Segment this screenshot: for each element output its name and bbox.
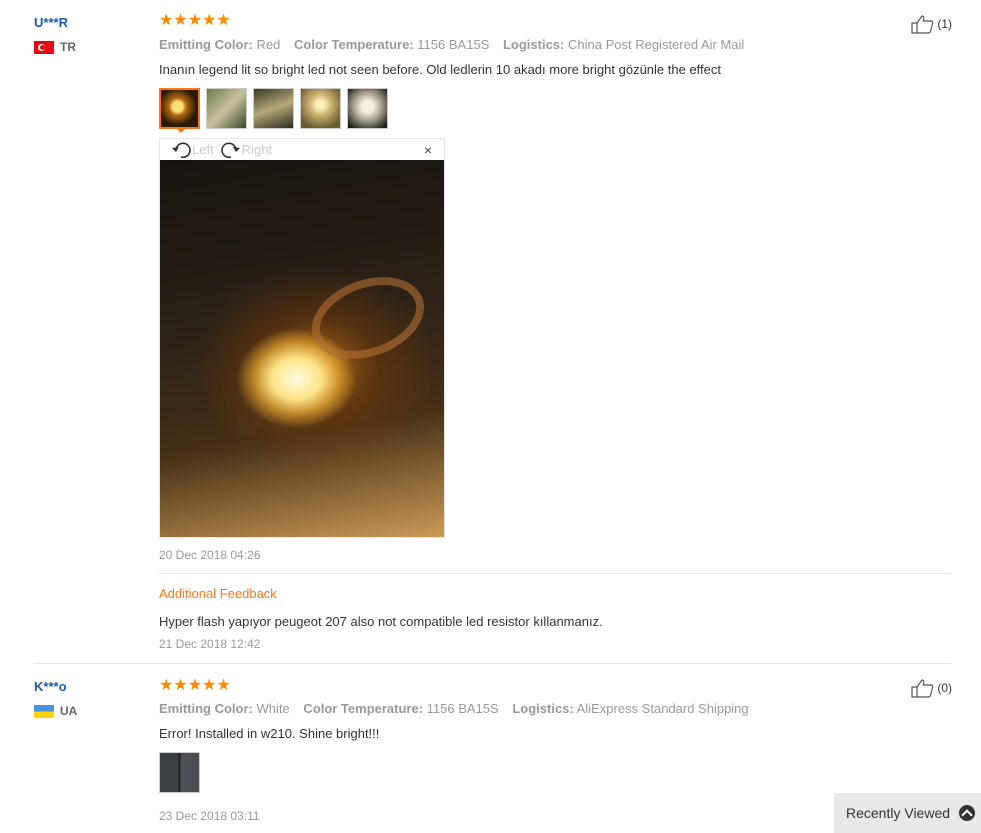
attr-value: China Post Registered Air Mail xyxy=(568,37,745,52)
rotate-left-label: Left xyxy=(192,142,214,157)
review-separator xyxy=(34,663,951,664)
review-text: Inanın legend lit so bright led not seen… xyxy=(159,62,722,77)
review-photo-thumbnail[interactable] xyxy=(347,88,388,129)
review-photo-thumbnail[interactable] xyxy=(206,88,247,129)
helpful-count: (0) xyxy=(937,681,952,695)
helpful-button[interactable]: (1) xyxy=(911,14,952,34)
helpful-count: (1) xyxy=(937,17,952,31)
attr-value: 1156 BA15S xyxy=(426,701,499,716)
attr-value: 1156 BA15S xyxy=(417,37,490,52)
review-photos xyxy=(159,88,388,129)
photo-viewer: Left Right × xyxy=(159,138,445,538)
thumbs-up-icon xyxy=(911,679,934,698)
turkey-flag-icon xyxy=(34,40,54,54)
rotate-left-icon xyxy=(172,141,191,158)
review-photo-thumbnail[interactable] xyxy=(253,88,294,129)
review-photo-thumbnail[interactable] xyxy=(159,752,200,793)
review-photo-thumbnail[interactable] xyxy=(159,88,200,129)
reviewer-name[interactable]: U***R xyxy=(34,15,68,30)
enlarged-review-photo xyxy=(160,160,444,537)
review-text: Error! Installed in w210. Shine bright!!… xyxy=(159,726,380,741)
additional-feedback-title: Additional Feedback xyxy=(159,586,277,601)
photo-viewer-toolbar: Left Right × xyxy=(160,139,444,160)
close-icon[interactable]: × xyxy=(424,142,432,158)
attr-key: Emitting Color: xyxy=(159,701,253,716)
attr-key: Logistics: xyxy=(502,37,565,52)
attr-value: Red xyxy=(256,37,281,52)
star-rating: ★★★★★ xyxy=(159,12,231,29)
reviewer-country: UA xyxy=(34,704,77,718)
country-code: TR xyxy=(60,40,76,54)
purchase-attributes: Emitting Color: Red Color Temperature: 1… xyxy=(159,37,754,52)
attr-key: Color Temperature: xyxy=(294,37,414,52)
country-code: UA xyxy=(60,704,78,718)
reviewer-country: TR xyxy=(34,40,76,54)
attr-key: Emitting Color: xyxy=(159,37,253,52)
reviewer-name[interactable]: K***o xyxy=(34,679,67,694)
star-rating: ★★★★★ xyxy=(159,677,231,694)
chevron-up-icon xyxy=(959,805,975,821)
rotate-left-button[interactable]: Left xyxy=(170,140,214,160)
attr-key: Logistics: xyxy=(512,701,574,716)
review-date: 23 Dec 2018 03:11 xyxy=(159,809,260,823)
rotate-right-button[interactable]: Right xyxy=(220,140,272,160)
additional-feedback-date: 21 Dec 2018 12:42 xyxy=(159,637,261,651)
ukraine-flag-icon xyxy=(34,704,54,718)
review-photo-thumbnail[interactable] xyxy=(300,88,341,129)
thumbs-up-icon xyxy=(911,15,934,34)
review-date: 20 Dec 2018 04:26 xyxy=(159,548,261,562)
helpful-button[interactable]: (0) xyxy=(911,678,952,698)
attr-key: Color Temperature: xyxy=(303,701,424,716)
recently-viewed-label: Recently Viewed xyxy=(846,805,951,821)
active-thumbnail-pointer xyxy=(175,127,187,133)
rotate-right-label: Right xyxy=(241,142,273,157)
purchase-attributes: Emitting Color: White Color Temperature:… xyxy=(159,701,759,716)
review-photos xyxy=(159,752,200,793)
rotate-right-icon xyxy=(220,141,240,158)
additional-feedback-text: Hyper flash yapıyor peugeot 207 also not… xyxy=(159,614,603,629)
recently-viewed-button[interactable]: Recently Viewed xyxy=(834,793,981,833)
divider xyxy=(159,573,951,574)
attr-value: White xyxy=(256,701,290,716)
attr-value: AliExpress Standard Shipping xyxy=(576,701,749,716)
